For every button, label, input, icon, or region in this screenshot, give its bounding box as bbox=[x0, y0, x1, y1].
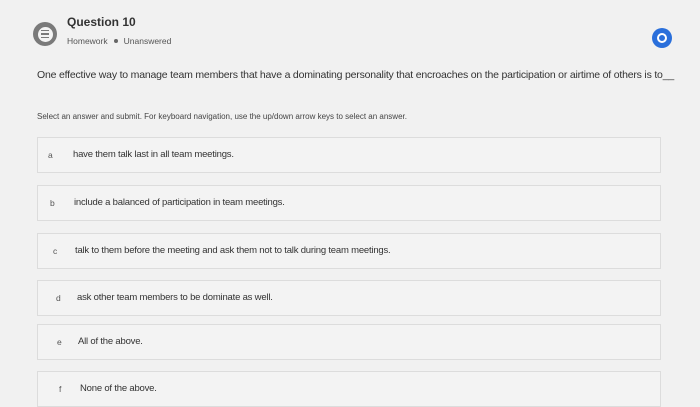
question-header: Question 10 Homework Unanswered bbox=[0, 0, 700, 60]
question-status: Unanswered bbox=[123, 36, 172, 46]
option-letter: a bbox=[48, 150, 53, 160]
answer-option-b[interactable]: b include a balanced of participation in… bbox=[37, 185, 661, 221]
option-text: ask other team members to be dominate as… bbox=[77, 292, 273, 303]
option-text: talk to them before the meeting and ask … bbox=[75, 245, 391, 256]
info-button[interactable] bbox=[652, 28, 672, 48]
separator-dot bbox=[113, 39, 118, 44]
question-title: Question 10 bbox=[67, 15, 136, 29]
option-letter: c bbox=[53, 246, 58, 256]
answer-option-d[interactable]: d ask other team members to be dominate … bbox=[37, 280, 661, 316]
answer-option-a[interactable]: a have them talk last in all team meetin… bbox=[37, 137, 661, 173]
question-meta: Homework Unanswered bbox=[67, 36, 171, 46]
info-icon bbox=[657, 33, 667, 43]
question-type: Homework bbox=[67, 36, 108, 46]
option-letter: b bbox=[50, 198, 55, 208]
answer-instructions: Select an answer and submit. For keyboar… bbox=[37, 112, 407, 121]
option-text: include a balanced of participation in t… bbox=[74, 197, 285, 208]
question-list-icon bbox=[33, 22, 57, 46]
answer-option-c[interactable]: c talk to them before the meeting and as… bbox=[37, 233, 661, 269]
option-letter: f bbox=[59, 384, 62, 394]
option-text: have them talk last in all team meetings… bbox=[73, 149, 234, 160]
option-letter: e bbox=[57, 337, 62, 347]
option-text: None of the above. bbox=[80, 383, 157, 394]
option-letter: d bbox=[56, 293, 61, 303]
answer-option-e[interactable]: e All of the above. bbox=[37, 324, 661, 360]
option-text: All of the above. bbox=[78, 336, 143, 347]
question-text: One effective way to manage team members… bbox=[37, 69, 674, 81]
